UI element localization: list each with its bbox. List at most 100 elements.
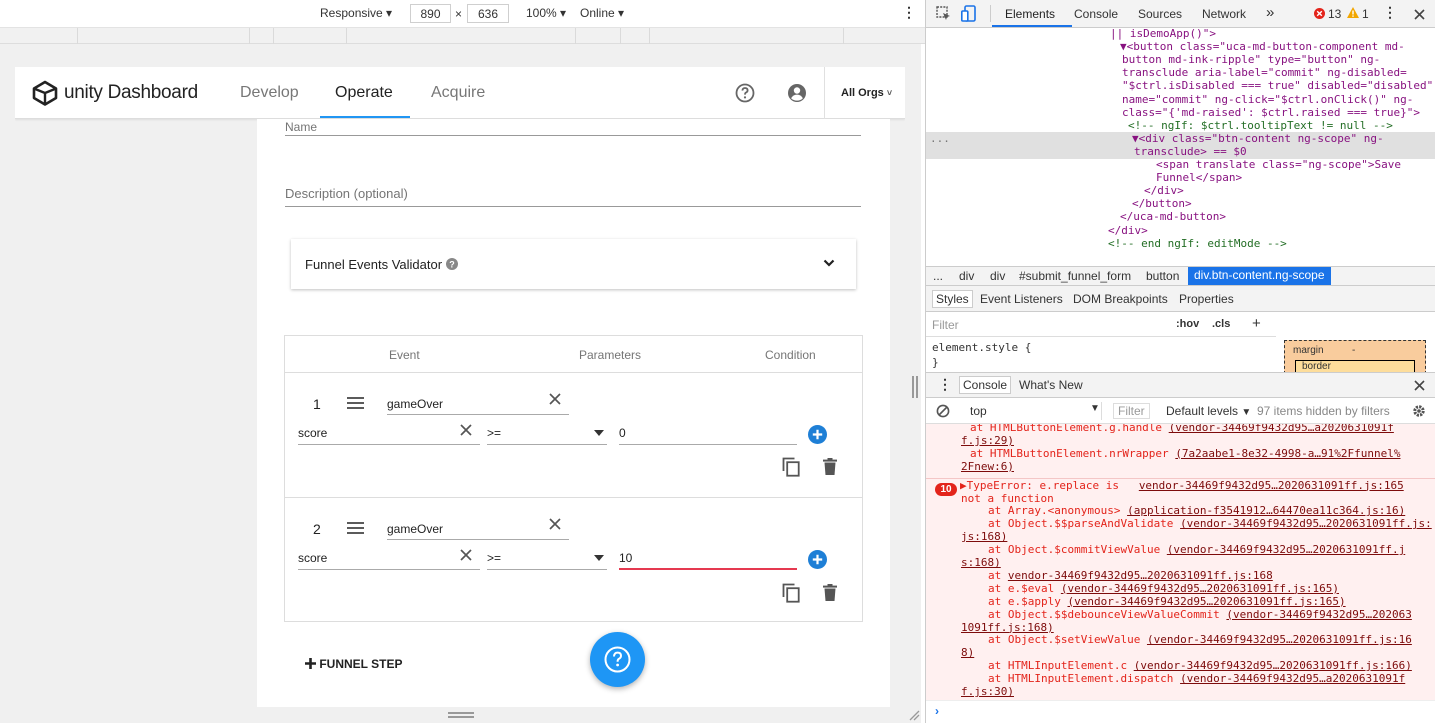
resize-handle-corner[interactable] [908, 709, 920, 721]
log-levels-select[interactable]: Default levels ▼ [1166, 404, 1251, 418]
nav-acquire[interactable]: Acquire [431, 84, 485, 102]
source-link[interactable]: (vendor-34469f9432d95…2020631091ff.js:16… [1061, 582, 1339, 595]
source-link[interactable]: (vendor-34469f9432d95…2020631091ff.js:16 [1147, 633, 1412, 646]
drawer-tab-whats-new[interactable]: What's New [1019, 378, 1083, 392]
clear-event-icon[interactable] [549, 393, 561, 405]
copy-icon[interactable] [782, 583, 800, 603]
value-input[interactable]: 0 [619, 421, 797, 445]
add-param-icon[interactable] [808, 425, 827, 444]
context-selector[interactable]: top ▼ [960, 402, 1102, 420]
help-fab-button[interactable] [590, 632, 645, 687]
dom-node-line[interactable]: button md-ink-ripple" type="button" ng- [1122, 53, 1380, 66]
source-link[interactable]: (vendor-34469f9432d95…2020631091ff.j [1167, 543, 1405, 556]
dom-node-line[interactable]: name="commit" ng-click="$ctrl.onClick()"… [1122, 93, 1413, 106]
dom-node-line[interactable]: ▼<button class="uca-md-button-component … [1120, 40, 1405, 53]
source-link[interactable]: vendor-34469f9432d95…2020631091ff.js:168 [1008, 569, 1273, 582]
nav-develop[interactable]: Develop [240, 84, 299, 102]
tab-event-listeners[interactable]: Event Listeners [980, 292, 1063, 306]
drag-handle-icon[interactable] [347, 522, 364, 534]
org-selector[interactable]: All Orgs ˅ [841, 87, 892, 99]
source-link[interactable]: (vendor-34469f9432d95…2020631091ff.js:16… [1067, 595, 1345, 608]
breadcrumb-ellipsis[interactable]: ... [933, 269, 943, 283]
help-circle-icon[interactable]: ? [445, 258, 458, 270]
add-param-icon[interactable] [808, 550, 827, 569]
tab-network[interactable]: Network [1202, 7, 1246, 21]
close-drawer-icon[interactable] [1414, 380, 1425, 391]
breadcrumb-current[interactable]: div.btn-content.ng-scope [1188, 267, 1331, 285]
source-link[interactable]: f.js:30) [961, 685, 1014, 698]
source-link[interactable]: js:168) [961, 530, 1007, 543]
clear-param-icon[interactable] [460, 549, 472, 561]
warning-count[interactable]: 1 [1362, 7, 1369, 21]
source-link[interactable]: (vendor-34469f9432d95…2020631091ff.js:16… [1134, 659, 1412, 672]
param-input[interactable]: score [298, 421, 480, 445]
tab-properties[interactable]: Properties [1179, 292, 1234, 306]
dom-node-line[interactable]: || isDemoApp()"> [1110, 28, 1216, 40]
height-input[interactable]: 636 [467, 4, 509, 23]
inspect-element-icon[interactable] [936, 6, 951, 21]
clear-console-icon[interactable] [936, 404, 950, 418]
source-link[interactable]: 8) [961, 646, 974, 659]
device-toggle-icon[interactable] [961, 5, 977, 22]
tab-dom-breakpoints[interactable]: DOM Breakpoints [1073, 292, 1168, 306]
nav-operate[interactable]: Operate [335, 84, 393, 102]
expand-chevron-icon[interactable] [823, 259, 835, 268]
source-link[interactable]: vendor-34469f9432d95…2020631091ff.js:165 [1139, 479, 1404, 492]
more-tabs-icon[interactable]: » [1266, 4, 1274, 21]
param-input[interactable]: score [298, 546, 480, 570]
tab-styles[interactable]: Styles [932, 290, 973, 308]
add-rule-icon[interactable]: + [1252, 315, 1261, 332]
clear-param-icon[interactable] [460, 424, 472, 436]
drawer-menu-icon[interactable]: ⋮ [938, 376, 952, 393]
breadcrumb-form[interactable]: #submit_funnel_form [1019, 269, 1131, 283]
dom-node-line[interactable]: ▼<div class="btn-content ng-scope" ng- [1132, 132, 1384, 145]
element-style-rule[interactable]: element.style { [932, 341, 1031, 354]
drag-handle-icon[interactable] [347, 397, 364, 409]
styles-filter-input[interactable]: Filter [932, 318, 959, 332]
validator-panel[interactable]: Funnel Events Validator ? [291, 239, 856, 289]
source-link[interactable]: f.js:29) [961, 434, 1014, 447]
tab-sources[interactable]: Sources [1138, 7, 1182, 21]
zoom-select[interactable]: 100% ▾ [526, 6, 566, 20]
console-prompt[interactable]: › [926, 700, 1435, 723]
value-input-invalid[interactable]: 10 [619, 546, 797, 570]
account-icon[interactable] [787, 83, 807, 103]
source-link[interactable]: (7a2aabe1-8e32-4998-a…91%2Ffunnel% [1175, 447, 1400, 460]
source-link[interactable]: (vendor-34469f9432d95…a2020631091f [1169, 424, 1394, 434]
tab-console[interactable]: Console [1074, 7, 1118, 21]
dom-node-line[interactable]: </div> [1144, 184, 1184, 197]
dom-node-line[interactable]: <!-- end ngIf: editMode --> [1108, 237, 1287, 250]
name-field[interactable]: Name [285, 119, 861, 136]
source-link[interactable]: (vendor-34469f9432d95…2020631091ff.js: [1180, 517, 1432, 530]
copy-icon[interactable] [782, 457, 800, 477]
breadcrumb-button[interactable]: button [1146, 269, 1179, 283]
delete-icon[interactable] [823, 584, 837, 601]
description-field[interactable]: Description (optional) [285, 186, 861, 207]
breadcrumb-div[interactable]: div [990, 269, 1005, 283]
operator-select[interactable]: >= [487, 546, 607, 570]
dom-node-line[interactable]: </uca-md-button> [1120, 210, 1226, 223]
dom-node-line[interactable]: "$ctrl.isDisabled === true" disabled="di… [1122, 79, 1433, 92]
drawer-tab-console[interactable]: Console [959, 376, 1012, 394]
operator-select[interactable]: >= [487, 421, 607, 445]
source-link[interactable]: 2Fnew:6) [961, 460, 1014, 473]
dom-node-line[interactable]: transclude> == $0 [1134, 145, 1247, 158]
source-link[interactable]: (application-f3541912…64470ea11c364.js:1… [1127, 504, 1405, 517]
dom-node-line[interactable]: </div> [1108, 224, 1148, 237]
source-link[interactable]: (vendor-34469f9432d95…a2020631091f [1180, 672, 1405, 685]
source-link[interactable]: 1091ff.js:168) [961, 621, 1054, 634]
devtools-menu-icon[interactable]: ⋮ [1383, 4, 1397, 21]
close-devtools-icon[interactable] [1414, 9, 1425, 20]
throttle-select[interactable]: Online ▾ [580, 6, 624, 20]
error-count[interactable]: 13 [1328, 7, 1341, 21]
add-funnel-step-button[interactable]: FUNNEL STEP [305, 657, 402, 671]
cls-toggle[interactable]: .cls [1212, 318, 1230, 330]
hov-toggle[interactable]: :hov [1176, 318, 1199, 330]
dom-node-line[interactable]: </button> [1132, 197, 1192, 210]
event-input[interactable]: gameOver [387, 391, 569, 415]
device-select[interactable]: Responsive ▾ [320, 6, 392, 20]
breadcrumb-div[interactable]: div [959, 269, 974, 283]
source-link[interactable]: s:168) [961, 556, 1001, 569]
help-icon[interactable] [735, 83, 755, 103]
resize-handle-right[interactable] [912, 376, 918, 398]
